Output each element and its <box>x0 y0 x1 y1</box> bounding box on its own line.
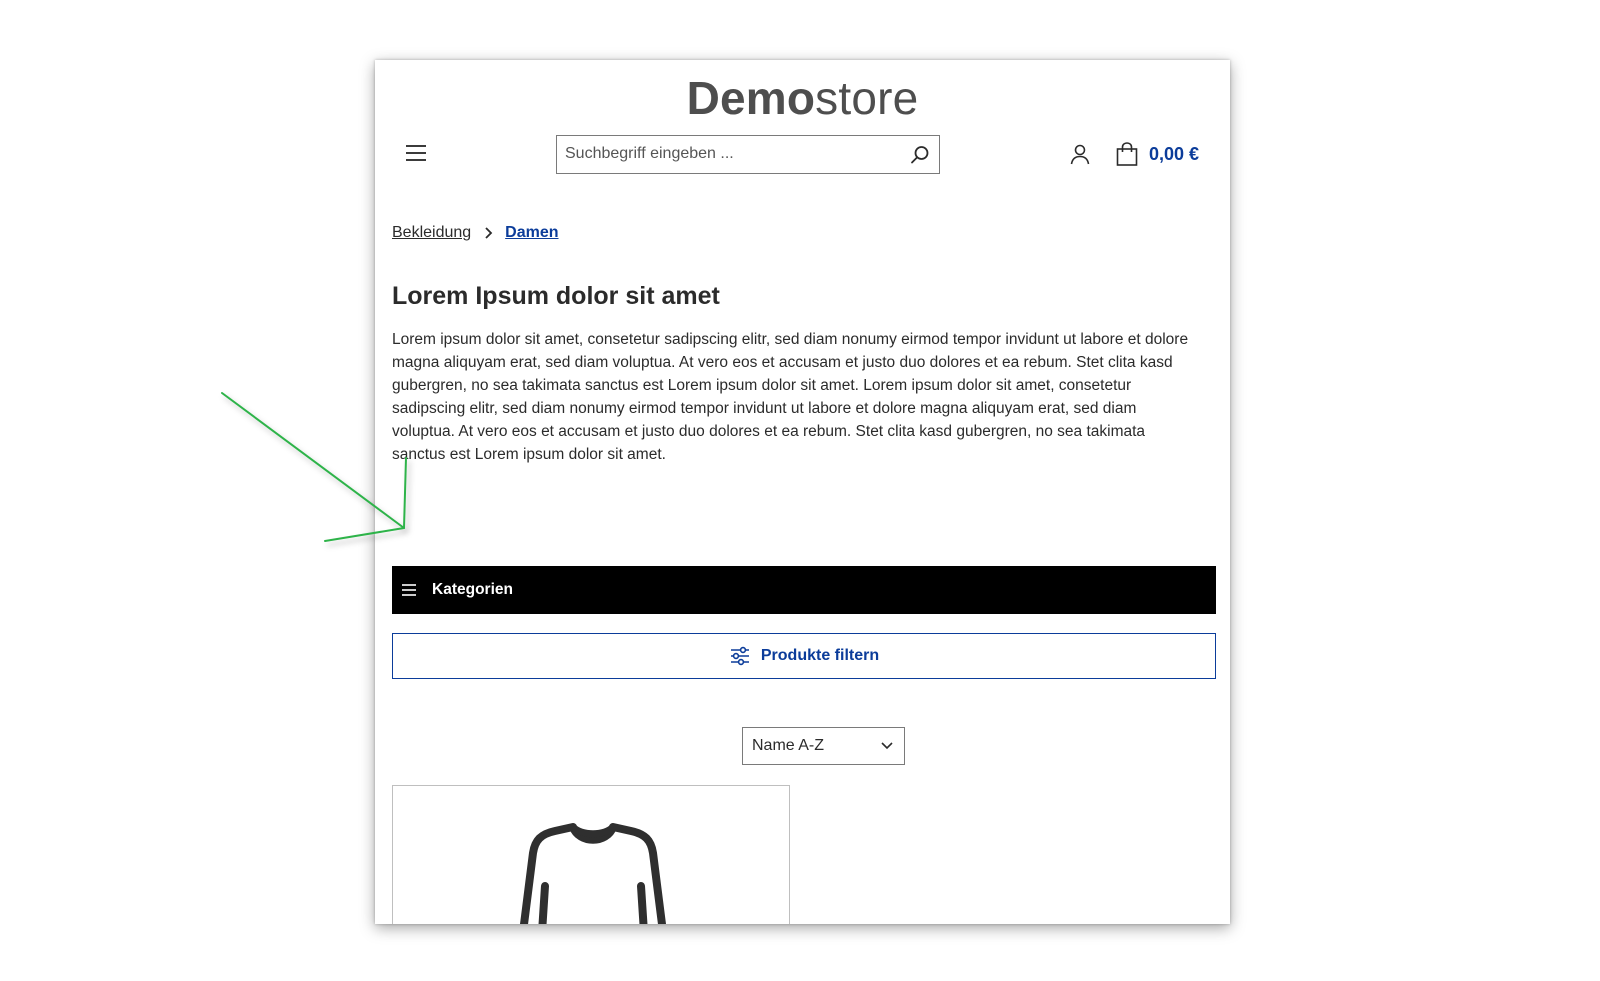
shopping-bag-icon <box>1116 142 1138 166</box>
filter-label: Produkte filtern <box>760 647 880 664</box>
menu-icon <box>402 584 416 596</box>
cart-button[interactable]: 0,00 € <box>1115 140 1199 168</box>
logo-bold-text: Demo <box>686 72 816 124</box>
page-title: Lorem Ipsum dolor sit amet <box>392 282 720 310</box>
product-card[interactable] <box>392 785 790 924</box>
categories-toggle[interactable]: Kategorien <box>392 566 1216 614</box>
cart-total: 0,00 € <box>1149 143 1200 164</box>
sweater-icon <box>519 823 667 924</box>
chevron-right-icon <box>485 227 493 239</box>
screenshot-stage: Demostore 0,00 € Bekleidung <box>0 0 1600 981</box>
filter-sliders-icon <box>730 646 749 666</box>
chevron-down-icon <box>881 742 893 750</box>
sort-selected-value: Name A-Z <box>752 737 825 754</box>
breadcrumb-item-current[interactable]: Damen <box>505 224 558 242</box>
category-description: Lorem ipsum dolor sit amet, consetetur s… <box>392 331 1189 463</box>
search-icon[interactable] <box>909 144 931 166</box>
breadcrumb-item-bekleidung[interactable]: Bekleidung <box>392 224 471 242</box>
logo-light-text: store <box>815 72 919 124</box>
sort-select[interactable]: Name A-Z <box>742 727 905 765</box>
search-form <box>556 135 940 174</box>
filter-products-button[interactable]: Produkte filtern <box>392 633 1216 679</box>
search-input[interactable] <box>565 140 885 168</box>
categories-label: Kategorien <box>432 581 513 598</box>
menu-icon[interactable] <box>403 140 429 166</box>
breadcrumb: Bekleidung Damen <box>392 224 559 242</box>
user-icon[interactable] <box>1068 142 1092 166</box>
store-logo[interactable]: Demostore <box>375 70 1230 126</box>
mobile-shop-page: Demostore 0,00 € Bekleidung <box>375 60 1230 924</box>
